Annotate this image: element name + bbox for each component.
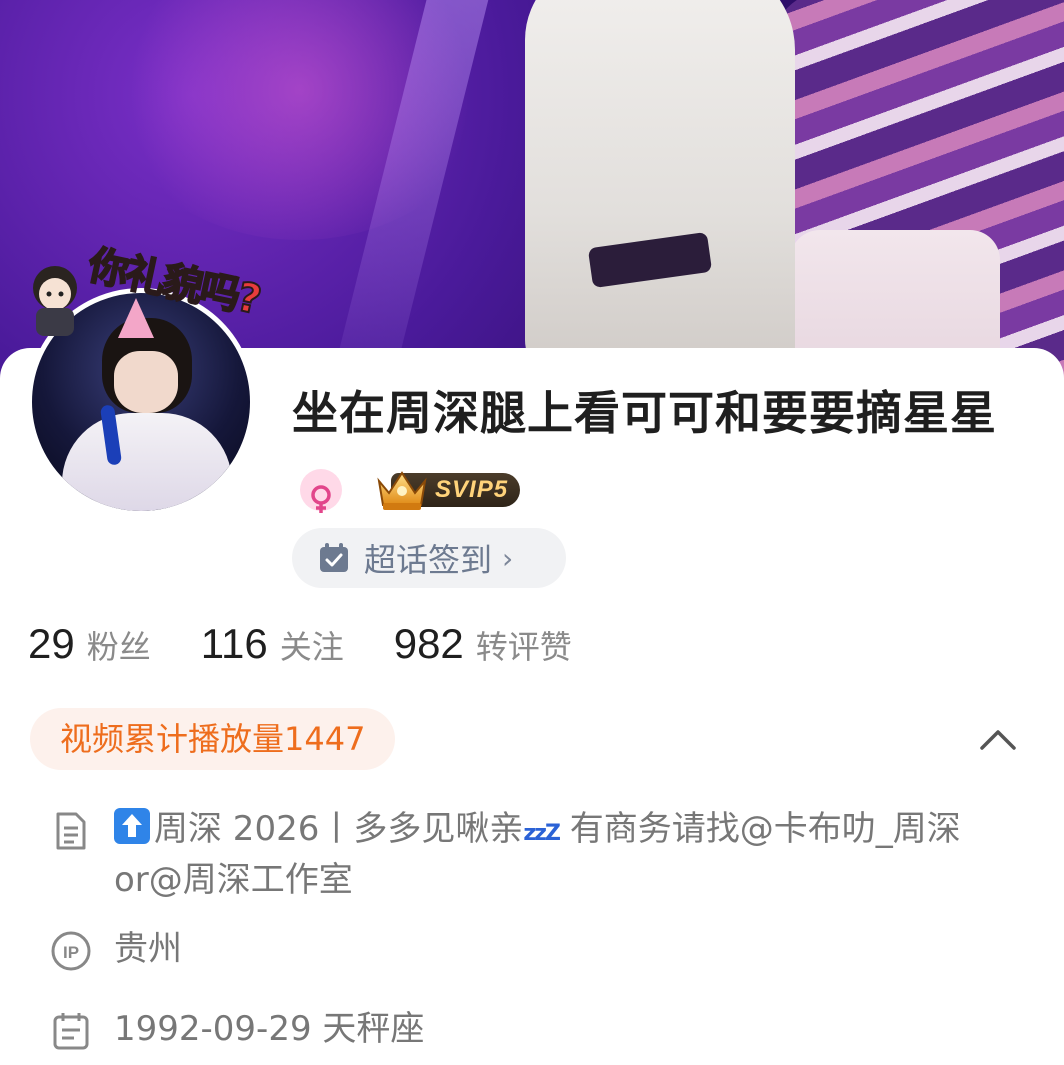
checkin-label: 超话签到 <box>364 541 493 579</box>
calendar-icon <box>53 1013 89 1050</box>
svg-text:IP: IP <box>63 943 79 962</box>
bio-row: 周深 2026丨多多见啾亲zzZ 有商务请找@卡布叻_周深or@周深工作室 <box>50 806 1010 903</box>
avatar-face <box>114 351 178 413</box>
stat-fans[interactable]: 29 粉丝 <box>28 620 151 668</box>
birthday-row: 1992-09-29 天秤座 <box>50 1006 424 1052</box>
ip-icon: IP <box>51 931 91 971</box>
stat-following[interactable]: 116 关注 <box>201 620 344 668</box>
zzz-emoji: zzZ <box>523 821 561 846</box>
profile-name-text: 坐在周深腿上看可可和要要摘星星 <box>292 386 997 440</box>
avatar-frame-party-hat-icon <box>118 298 154 338</box>
stats-bar: 29 粉丝 116 关注 982 转评赞 <box>28 620 622 676</box>
stat-interactions-count: 982 <box>393 620 464 667</box>
birthday-text: 1992-09-29 天秤座 <box>114 1009 425 1049</box>
cover-person-left <box>525 0 795 380</box>
profile-name: 坐在周深腿上看可可和要要摘星星 SVIP5 <box>292 378 1012 522</box>
bio-text: 周深 2026丨多多见啾亲zzZ 有商务请找@卡布叻_周深or@周深工作室 <box>114 806 974 903</box>
stat-fans-label: 粉丝 <box>86 628 151 666</box>
avatar-frame-chibi-icon <box>33 266 77 336</box>
stat-following-label: 关注 <box>279 628 344 666</box>
super-topic-checkin-button[interactable]: 超话签到 › <box>292 528 566 588</box>
document-icon <box>56 812 86 850</box>
chevron-right-icon: › <box>502 541 514 575</box>
bio-prefix: 周深 2026丨多多见啾亲 <box>154 809 524 849</box>
ip-location-row: IP 贵州 <box>50 926 182 972</box>
stat-interactions-label: 转评赞 <box>475 628 572 666</box>
badges: SVIP5 <box>300 452 521 522</box>
stat-fans-count: 29 <box>28 620 75 667</box>
svip-crown-icon <box>377 471 427 510</box>
video-play-count-tag[interactable]: 视频累计播放量1447 <box>30 708 396 770</box>
calendar-check-icon <box>320 543 348 572</box>
avatar-body <box>62 413 232 511</box>
stat-interactions[interactable]: 982 转评赞 <box>394 620 572 668</box>
stat-following-count: 116 <box>200 620 268 667</box>
up-arrow-emoji-icon <box>114 808 150 844</box>
chevron-up-icon[interactable] <box>976 722 1020 758</box>
ip-location-text: 贵州 <box>114 929 182 969</box>
female-icon <box>300 469 342 513</box>
svip-badge[interactable]: SVIP5 <box>375 470 521 510</box>
